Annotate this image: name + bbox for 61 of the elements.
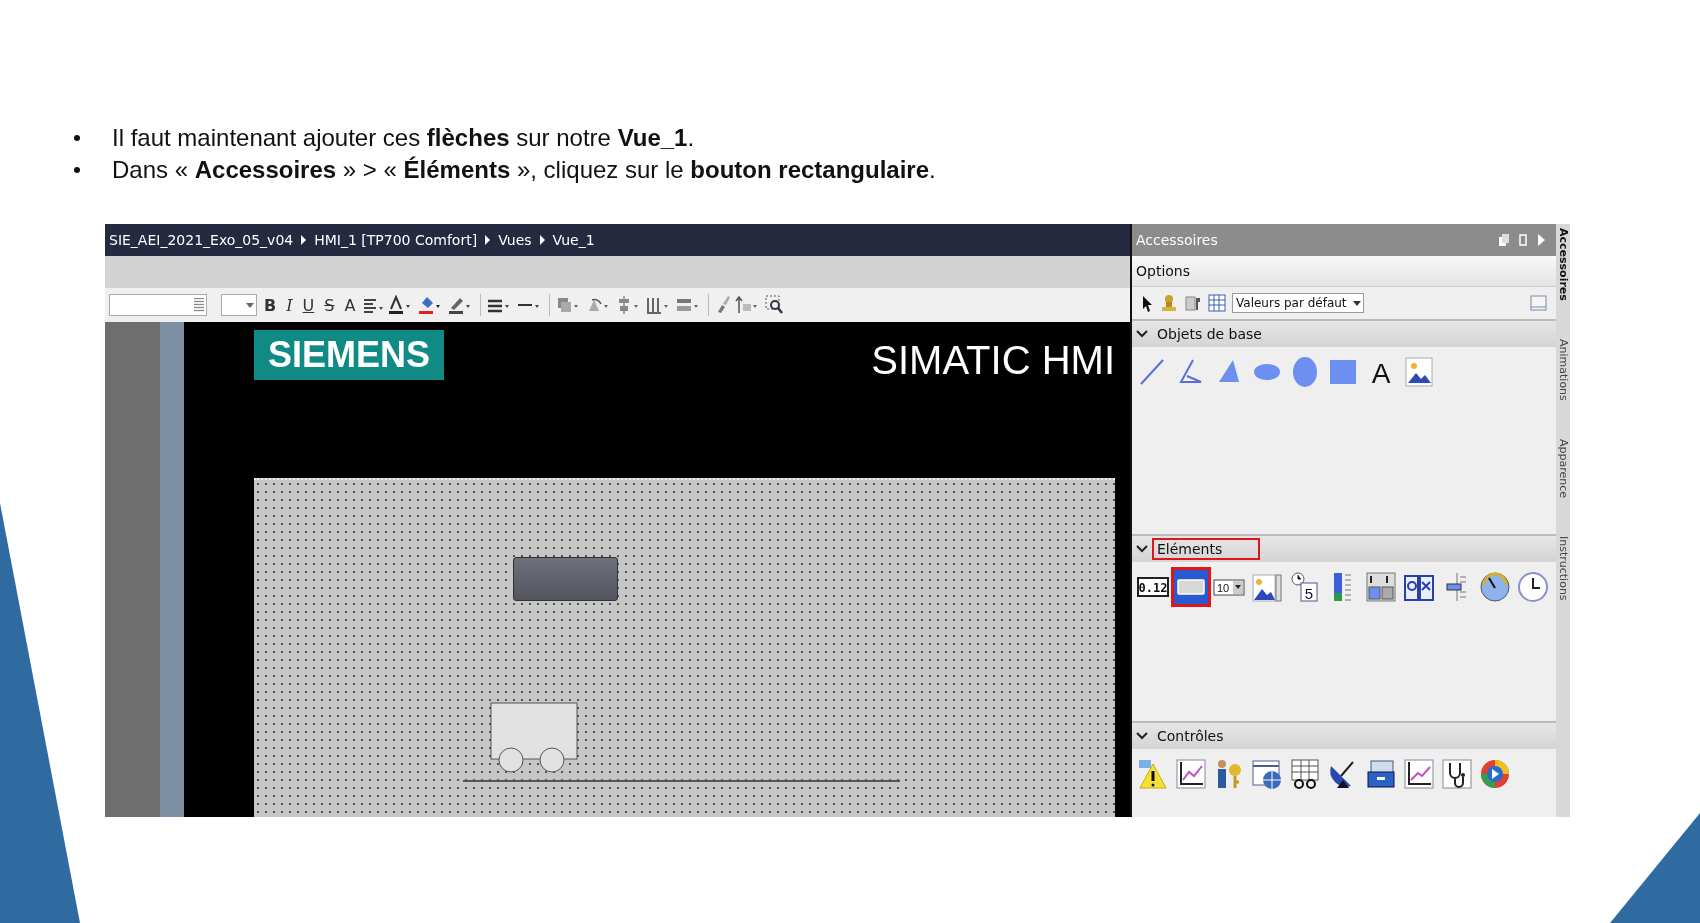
- style-dropdown[interactable]: Valeurs par défaut: [1232, 293, 1364, 313]
- button-object[interactable]: [513, 557, 618, 601]
- instruction-text: Il faut maintenant ajouter ces flèches sur notre Vue_1.: [112, 123, 695, 153]
- format-button[interactable]: U: [299, 295, 318, 315]
- clock-icon[interactable]: [1516, 570, 1550, 604]
- pointer-icon[interactable]: [1140, 294, 1154, 312]
- hmi-title: SIMATIC HMI: [871, 338, 1115, 383]
- xy-chart-icon[interactable]: [1402, 757, 1436, 791]
- section-header[interactable]: Contrôles: [1132, 721, 1556, 749]
- siemens-logo: SIEMENS: [254, 330, 445, 380]
- breadcrumb-item[interactable]: Vue_1: [552, 232, 595, 248]
- font-field[interactable]: [109, 294, 207, 316]
- zoom-icon[interactable]: [765, 295, 784, 315]
- stamp-icon[interactable]: [1160, 294, 1178, 312]
- brush-icon[interactable]: [715, 295, 732, 315]
- breadcrumb-item[interactable]: Vues: [498, 232, 532, 248]
- collapse-arrow-icon[interactable]: [1536, 233, 1546, 247]
- image-tool-icon[interactable]: [1402, 355, 1436, 389]
- align-icon[interactable]: [362, 297, 385, 313]
- float-icon[interactable]: [1498, 233, 1510, 247]
- bullet-icon: [74, 167, 80, 173]
- breadcrumb-item[interactable]: HMI_1 [TP700 Comfort]: [314, 232, 478, 248]
- side-tab[interactable]: Instructions: [1556, 531, 1570, 605]
- section-title: Contrôles: [1156, 727, 1225, 746]
- drawer-icon[interactable]: [1364, 757, 1398, 791]
- format-button[interactable]: B: [261, 295, 280, 315]
- button-tool-icon[interactable]: [1174, 570, 1208, 604]
- pin-icon[interactable]: [1518, 233, 1528, 247]
- chevron-icon: [1136, 544, 1148, 554]
- format-button[interactable]: I: [283, 295, 296, 315]
- separator-icon: [301, 235, 307, 245]
- format-button[interactable]: S: [321, 295, 338, 315]
- table-glasses-icon[interactable]: [1288, 757, 1322, 791]
- gauge-icon[interactable]: [1478, 570, 1512, 604]
- trend-chart-icon[interactable]: [1174, 757, 1208, 791]
- section-title: Objets de base: [1156, 325, 1263, 344]
- panel-title: Accessoires: [1136, 232, 1219, 248]
- chevron-icon: [1136, 329, 1148, 339]
- format-button[interactable]: A: [341, 295, 359, 315]
- section-title: Eléments: [1152, 538, 1261, 560]
- globe-window-icon[interactable]: [1250, 757, 1284, 791]
- properties-icon[interactable]: [1184, 294, 1202, 312]
- table-icon[interactable]: [1208, 294, 1226, 312]
- breadcrumb-item[interactable]: SIE_AEI_2021_Exo_05_v04: [109, 232, 294, 248]
- separator-icon: [485, 235, 491, 245]
- switch-icon[interactable]: [1364, 570, 1398, 604]
- side-tab[interactable]: Accessoires: [1556, 224, 1570, 305]
- bullet-icon: [74, 135, 80, 141]
- section-header[interactable]: Objets de base: [1132, 319, 1556, 347]
- warning-icon[interactable]: [1136, 757, 1170, 791]
- size-dropdown[interactable]: [221, 294, 257, 316]
- side-tab[interactable]: Apparence: [1556, 434, 1570, 502]
- section-header[interactable]: Eléments: [1132, 534, 1556, 562]
- text-tool-icon[interactable]: A: [1364, 355, 1398, 389]
- instruction-text: Dans « Accessoires » > « Éléments », cliquez sur le bouton rectangulaire.: [112, 155, 936, 185]
- side-tab[interactable]: Animations: [1556, 334, 1570, 405]
- stethoscope-icon[interactable]: [1440, 757, 1474, 791]
- separator-icon: [539, 235, 545, 245]
- play-icon[interactable]: [1478, 757, 1512, 791]
- chevron-icon: [1136, 731, 1148, 741]
- options-label: Options: [1132, 256, 1556, 286]
